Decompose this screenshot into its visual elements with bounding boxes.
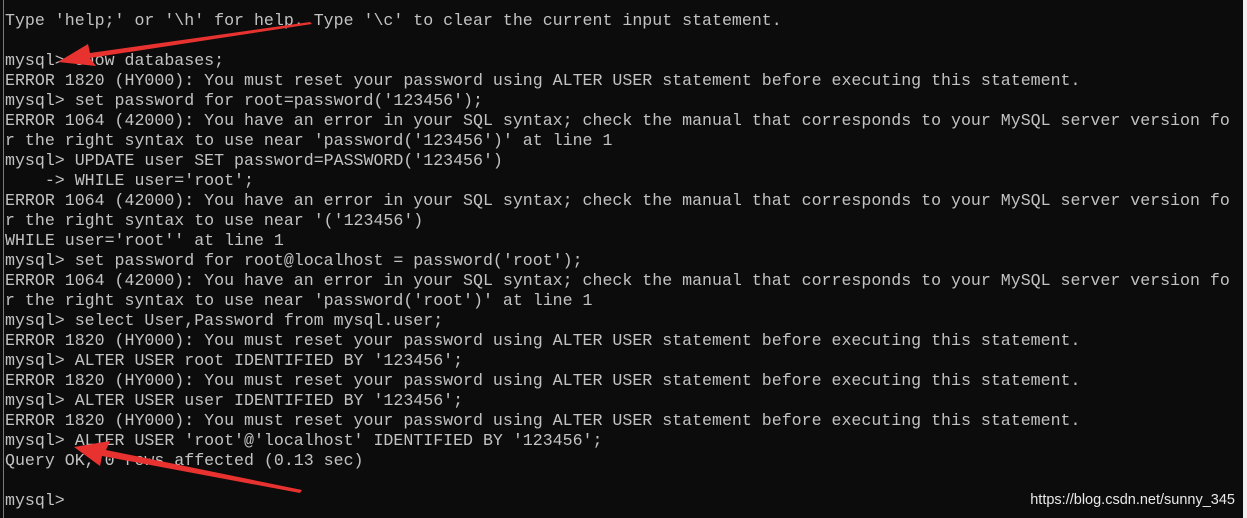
output-line: ERROR 1820 (HY000): You must reset your …: [5, 71, 1081, 90]
output-line: r the right syntax to use near '('123456…: [5, 211, 424, 230]
output-line: Query OK, 0 rows affected (0.13 sec): [5, 451, 364, 470]
output-line: ERROR 1820 (HY000): You must reset your …: [5, 331, 1081, 350]
output-line: ERROR 1820 (HY000): You must reset your …: [5, 411, 1081, 430]
output-line: WHILE user='root'' at line 1: [5, 231, 284, 250]
scrollbar[interactable]: [1243, 0, 1247, 518]
command-line: mysql> select User,Password from mysql.u…: [5, 311, 444, 330]
command-line: mysql> ALTER USER user IDENTIFIED BY '12…: [5, 391, 464, 410]
command-line: mysql> set password for root=password('1…: [5, 91, 483, 110]
watermark: https://blog.csdn.net/sunny_345: [1030, 492, 1235, 508]
output-line: ERROR 1064 (42000): You have an error in…: [5, 111, 1230, 130]
command-line: mysql> set password for root@localhost =…: [5, 251, 583, 270]
terminal-output[interactable]: Type 'help;' or '\h' for help. Type '\c'…: [0, 11, 1241, 511]
output-line: Type 'help;' or '\h' for help. Type '\c'…: [5, 11, 782, 30]
command-line: mysql> UPDATE user SET password=PASSWORD…: [5, 151, 503, 170]
output-line: ERROR 1064 (42000): You have an error in…: [5, 191, 1230, 210]
command-line: -> WHILE user='root';: [5, 171, 254, 190]
output-line: ERROR 1820 (HY000): You must reset your …: [5, 371, 1081, 390]
output-line: r the right syntax to use near 'password…: [5, 291, 593, 310]
command-line: mysql> ALTER USER 'root'@'localhost' IDE…: [5, 431, 603, 450]
command-line: mysql> ALTER USER root IDENTIFIED BY '12…: [5, 351, 464, 370]
command-line: mysql> show databases;: [5, 51, 225, 70]
output-line: ERROR 1064 (42000): You have an error in…: [5, 271, 1230, 290]
output-line: r the right syntax to use near 'password…: [5, 131, 613, 150]
